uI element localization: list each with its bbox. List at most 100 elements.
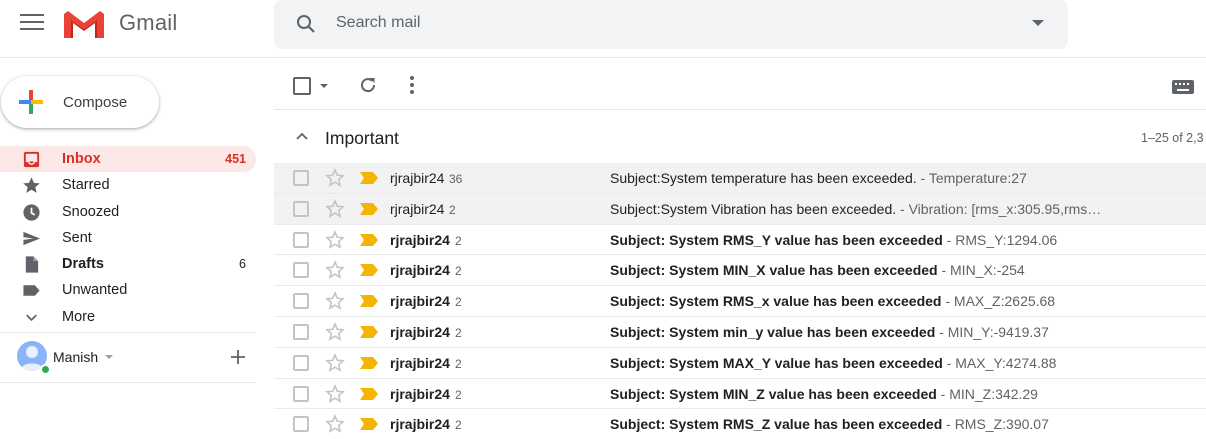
keyboard-icon[interactable] — [1172, 80, 1194, 94]
gmail-logo-icon[interactable] — [62, 8, 106, 40]
important-marker-icon[interactable] — [360, 325, 378, 338]
star-icon[interactable] — [325, 168, 345, 188]
important-marker-icon[interactable] — [360, 264, 378, 277]
row-checkbox[interactable] — [293, 262, 309, 279]
sidebar-item-more[interactable]: More — [0, 304, 256, 330]
add-contact-icon[interactable] — [230, 349, 246, 365]
sidebar-divider — [0, 382, 256, 383]
important-marker-icon[interactable] — [360, 295, 378, 308]
hangouts-user[interactable]: Manish — [17, 341, 257, 375]
thread-count: 2 — [455, 264, 462, 279]
email-row[interactable]: rjrajbir24 2 Subject: System RMS_Z value… — [274, 409, 1206, 439]
email-snippet: - MIN_X:-254 — [937, 262, 1025, 279]
user-menu-caret-icon[interactable] — [105, 355, 113, 359]
select-menu-caret-icon[interactable] — [320, 84, 328, 88]
row-checkbox[interactable] — [293, 385, 309, 402]
email-subject: Subject: System min_y value has been exc… — [610, 324, 1170, 340]
pagination-range: 1–25 of 2,3 — [1141, 131, 1204, 145]
more-options-icon[interactable] — [410, 76, 414, 94]
search-options-icon[interactable] — [1032, 20, 1044, 26]
sidebar-item-label: Sent — [62, 229, 92, 246]
star-icon[interactable] — [325, 229, 345, 250]
search-input[interactable]: Search mail — [336, 14, 420, 32]
row-checkbox[interactable] — [293, 170, 309, 186]
sidebar-item-inbox[interactable]: Inbox 451 — [0, 146, 256, 173]
thread-count: 2 — [455, 233, 462, 248]
subject-text: Subject: System min_y value has been exc… — [610, 323, 936, 340]
unread-count: 451 — [225, 152, 246, 166]
sidebar-item-snoozed[interactable]: Snoozed — [0, 199, 256, 225]
email-snippet: - MAX_Z:2625.68 — [941, 293, 1056, 310]
subject-text: Subject:System Vibration has been exceed… — [610, 200, 897, 217]
email-row[interactable]: rjrajbir24 36 Subject:System temperature… — [274, 163, 1206, 194]
row-checkbox[interactable] — [293, 416, 309, 433]
email-subject: Subject: System RMS_Z value has been exc… — [610, 416, 1170, 432]
email-row[interactable]: rjrajbir24 2 Subject: System RMS_x value… — [274, 286, 1206, 317]
row-checkbox[interactable] — [293, 293, 309, 310]
select-all-checkbox[interactable] — [293, 77, 311, 95]
email-row[interactable]: rjrajbir24 2 Subject: System MIN_Z value… — [274, 379, 1206, 410]
sidebar-divider — [0, 332, 256, 333]
collapse-chevron-icon[interactable] — [296, 132, 308, 140]
subject-text: Subject: System RMS_Y value has been exc… — [610, 231, 943, 248]
email-row[interactable]: rjrajbir24 2 Subject: System RMS_Y value… — [274, 225, 1206, 256]
sender-name: rjrajbir24 — [390, 262, 450, 279]
sidebar-item-starred[interactable]: Starred — [0, 172, 256, 198]
star-icon[interactable] — [325, 414, 345, 434]
important-marker-icon[interactable] — [360, 387, 378, 400]
email-row[interactable]: rjrajbir24 2 Subject: System min_y value… — [274, 317, 1206, 348]
important-marker-icon[interactable] — [360, 202, 378, 215]
subject-text: Subject: System RMS_x value has been exc… — [610, 293, 942, 310]
star-icon[interactable] — [325, 383, 345, 404]
star-icon[interactable] — [325, 291, 345, 311]
subject-text: Subject:System temperature has been exce… — [610, 170, 917, 186]
star-icon[interactable] — [325, 260, 345, 280]
row-checkbox[interactable] — [293, 200, 309, 217]
thread-count: 36 — [449, 172, 463, 186]
sidebar-item-sent[interactable]: Sent — [0, 225, 256, 251]
mail-toolbar — [274, 58, 1206, 110]
thread-count: 2 — [455, 418, 462, 433]
email-subject: Subject: System MIN_X value has been exc… — [610, 262, 1170, 278]
email-snippet: - MIN_Y:-9419.37 — [935, 323, 1049, 340]
important-marker-icon[interactable] — [360, 356, 378, 369]
main-menu-icon[interactable] — [20, 14, 44, 32]
star-icon[interactable] — [325, 198, 345, 219]
search-icon[interactable] — [294, 12, 318, 36]
subject-text: Subject: System RMS_Z value has been exc… — [610, 416, 943, 433]
sidebar-item-drafts[interactable]: Drafts 6 — [0, 251, 256, 277]
thread-count: 2 — [455, 356, 462, 371]
send-icon — [23, 231, 41, 246]
sender-name: rjrajbir24 — [390, 170, 445, 186]
row-checkbox[interactable] — [293, 354, 309, 371]
email-snippet: - Temperature:27 — [916, 170, 1027, 186]
search-bar[interactable]: Search mail — [274, 0, 1068, 49]
star-icon — [23, 177, 40, 194]
top-bar: Gmail Search mail — [0, 0, 1206, 58]
sidebar-item-label: Snoozed — [62, 203, 120, 220]
chevron-down-icon — [26, 314, 37, 321]
sidebar-nav: Inbox 451 Starred Snoozed Sent Drafts 6 — [0, 146, 256, 330]
section-title[interactable]: Important — [325, 128, 399, 149]
email-row[interactable]: rjrajbir24 2 Subject: System MIN_X value… — [274, 255, 1206, 287]
email-row[interactable]: rjrajbir24 2 Subject:System Vibration ha… — [274, 193, 1206, 225]
refresh-icon[interactable] — [358, 75, 378, 95]
star-icon[interactable] — [325, 321, 345, 342]
important-marker-icon[interactable] — [360, 418, 378, 431]
app-brand[interactable]: Gmail — [119, 10, 177, 36]
inbox-icon — [23, 151, 40, 168]
draft-icon — [25, 256, 39, 273]
important-marker-icon[interactable] — [360, 233, 378, 246]
sender-name: rjrajbir24 — [390, 416, 450, 433]
sidebar-item-unwanted[interactable]: Unwanted — [0, 277, 256, 303]
compose-button[interactable]: Compose — [1, 76, 159, 128]
sidebar-item-label: Starred — [62, 177, 110, 194]
sidebar-item-label: Inbox — [62, 151, 101, 167]
row-checkbox[interactable] — [293, 323, 309, 340]
star-icon[interactable] — [325, 352, 345, 373]
email-subject: Subject: System RMS_Y value has been exc… — [610, 232, 1170, 248]
email-row[interactable]: rjrajbir24 2 Subject: System MAX_Y value… — [274, 348, 1206, 379]
important-marker-icon[interactable] — [360, 172, 378, 184]
user-name[interactable]: Manish — [53, 349, 98, 365]
row-checkbox[interactable] — [293, 231, 309, 248]
